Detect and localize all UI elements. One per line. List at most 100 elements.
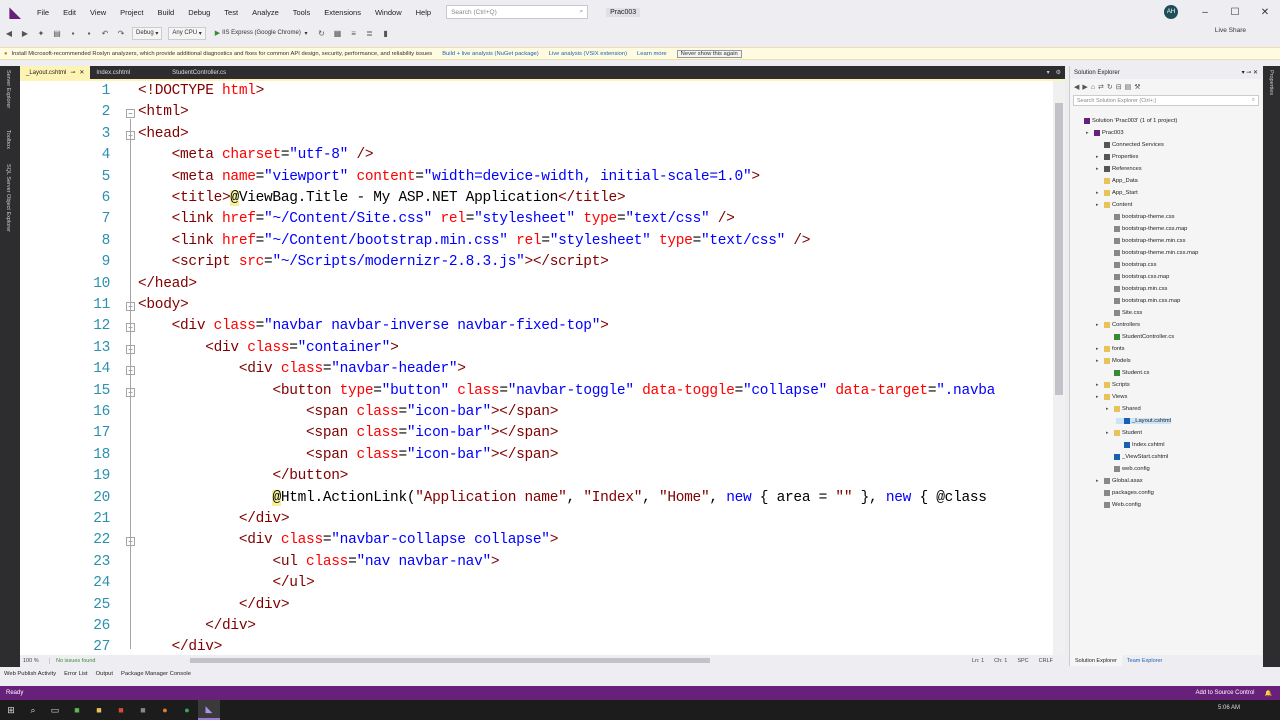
expand-icon[interactable]: ▸ (1106, 430, 1112, 436)
tree-item[interactable]: bootstrap.min.css.map (1106, 298, 1180, 304)
close-icon[interactable]: ✕ (79, 69, 84, 76)
tree-item[interactable]: Index.cshtml (1116, 442, 1165, 448)
menu-view[interactable]: View (83, 8, 113, 17)
toolbox-tab[interactable]: Toolbox (5, 130, 11, 149)
server-explorer-tab[interactable]: Server Explorer (5, 70, 11, 108)
tab-output[interactable]: Output (92, 671, 117, 677)
back-icon[interactable]: ◀ (1074, 83, 1079, 91)
expand-icon[interactable]: ▸ (1096, 382, 1102, 388)
tab-index[interactable]: Index.cshtml (90, 66, 136, 79)
tree-item[interactable]: bootstrap.min.css (1106, 286, 1167, 292)
start-icon[interactable]: ⊞ (0, 700, 22, 720)
bookmark-icon[interactable]: ▮ (381, 28, 391, 38)
tree-item[interactable]: Web.config (1096, 502, 1141, 508)
home-icon[interactable]: ⌂ (1091, 84, 1095, 91)
tree-item[interactable]: ▸ Models (1096, 358, 1131, 364)
sync-icon[interactable]: ⇄ (1098, 83, 1104, 91)
new-project-icon[interactable]: ✦ (36, 28, 46, 38)
menu-debug[interactable]: Debug (181, 8, 217, 17)
run-button[interactable]: ▶ IIS Express (Google Chrome) ▾ (212, 27, 311, 40)
vertical-scrollbar[interactable] (1053, 81, 1065, 657)
expand-icon[interactable]: ▸ (1096, 202, 1102, 208)
tab-solution-explorer[interactable]: Solution Explorer (1070, 655, 1122, 666)
tree-item[interactable]: ▸ Controllers (1096, 322, 1140, 328)
tree-item[interactable]: ▸ Global.asax (1096, 478, 1143, 484)
tree-item[interactable]: bootstrap-theme.min.css.map (1106, 250, 1198, 256)
tree-item[interactable]: ▸ Shared (1106, 406, 1141, 412)
info-link-build[interactable]: Build + live analysis (NuGet package) (442, 51, 539, 57)
refresh-icon[interactable]: ↻ (1107, 83, 1113, 91)
tree-item[interactable]: ▸ Scripts (1096, 382, 1130, 388)
tree-item[interactable]: StudentController.cs (1106, 334, 1174, 340)
tree-item[interactable]: Student.cs (1106, 370, 1149, 376)
pin-icon[interactable]: ⊸ (70, 69, 75, 76)
menu-edit[interactable]: Edit (56, 8, 83, 17)
app-icon[interactable]: ■ (132, 700, 154, 720)
save-all-icon[interactable]: ▪ (84, 28, 94, 38)
tree-item[interactable]: packages.config (1096, 490, 1154, 496)
tree-item[interactable]: web.config (1106, 466, 1150, 472)
tree-item[interactable]: ▸ Student (1106, 430, 1142, 436)
menu-extensions[interactable]: Extensions (317, 8, 368, 17)
notifications-icon[interactable]: 🔔 (1265, 690, 1272, 697)
tree-item[interactable]: bootstrap.css (1106, 262, 1156, 268)
show-all-files-icon[interactable]: ▤ (1125, 83, 1132, 91)
tree-item[interactable]: Connected Services (1096, 142, 1164, 148)
tree-item[interactable]: ▸ Views (1096, 394, 1127, 400)
file-explorer-icon[interactable]: ■ (88, 700, 110, 720)
menu-window[interactable]: Window (368, 8, 409, 17)
close-icon[interactable]: ✕ (1253, 70, 1258, 76)
chrome-icon[interactable]: ● (176, 700, 198, 720)
comment-icon[interactable]: ≡ (349, 28, 359, 38)
configuration-select[interactable]: Debug ▾ (132, 26, 163, 40)
tree-item[interactable]: _ViewStart.cshtml (1106, 454, 1168, 460)
pin-icon[interactable]: ⊸ (1246, 70, 1251, 76)
settings-icon[interactable]: ⚙ (1056, 69, 1061, 76)
tab-package-manager-console[interactable]: Package Manager Console (117, 671, 195, 677)
dropdown-icon[interactable]: ▾ (1242, 70, 1245, 76)
never-show-button[interactable]: Never show this again (676, 49, 742, 58)
uncomment-icon[interactable]: ≣ (365, 28, 375, 38)
menu-build[interactable]: Build (151, 8, 182, 17)
tab-error-list[interactable]: Error List (60, 671, 92, 677)
expand-icon[interactable]: ▸ (1086, 130, 1092, 136)
tree-item[interactable]: bootstrap-theme.min.css (1106, 238, 1185, 244)
search-input[interactable]: Search (Ctrl+Q) ⌕ (446, 5, 589, 19)
solution-search-input[interactable]: Search Solution Explorer (Ctrl+;) ⌕ (1073, 95, 1259, 106)
add-to-source-control-button[interactable]: Add to Source Control (1195, 690, 1254, 696)
tree-item[interactable]: bootstrap-theme.css.map (1106, 226, 1187, 232)
avatar[interactable]: AH (1164, 5, 1178, 19)
forward-icon[interactable]: ▶ (1082, 83, 1087, 91)
collapse-all-icon[interactable]: ⊟ (1116, 83, 1122, 91)
tree-item[interactable]: ▸ App_Start (1096, 190, 1138, 196)
expand-icon[interactable]: ▸ (1106, 406, 1112, 412)
tree-item[interactable]: ▸ Content (1096, 202, 1132, 208)
zoom-level[interactable]: 100 % (20, 657, 50, 664)
expand-icon[interactable]: ▸ (1096, 166, 1102, 172)
expand-icon[interactable]: ▸ (1096, 154, 1102, 160)
scrollbar-thumb[interactable] (1055, 103, 1063, 395)
menu-analyze[interactable]: Analyze (245, 8, 286, 17)
tab-list-icon[interactable]: ▾ (1047, 69, 1050, 76)
app-icon[interactable]: ■ (110, 700, 132, 720)
firefox-icon[interactable]: ● (154, 700, 176, 720)
tab-web-publish-activity[interactable]: Web Publish Activity (0, 671, 60, 677)
expand-icon[interactable]: ▸ (1096, 190, 1102, 196)
task-view-icon[interactable]: ▭ (44, 700, 66, 720)
expand-icon[interactable]: ▸ (1096, 358, 1102, 364)
tree-item[interactable]: Solution 'Prac003' (1 of 1 project) (1076, 118, 1177, 124)
fold-toggle-icon[interactable]: − (126, 109, 135, 119)
search-icon[interactable]: ⌕ (22, 700, 44, 720)
live-share-button[interactable]: Live Share (1215, 27, 1246, 34)
tree-item[interactable]: ▸ fonts (1096, 346, 1125, 352)
maximize-icon[interactable]: ☐ (1220, 0, 1250, 24)
tree-item[interactable]: Site.css (1106, 310, 1142, 316)
menu-project[interactable]: Project (113, 8, 150, 17)
expand-icon[interactable]: ▸ (1096, 322, 1102, 328)
open-icon[interactable]: ▤ (52, 28, 62, 38)
properties-icon[interactable]: ⚒ (1134, 83, 1140, 91)
undo-icon[interactable]: ↶ (100, 28, 110, 38)
app-icon[interactable]: ■ (66, 700, 88, 720)
tab-team-explorer[interactable]: Team Explorer (1122, 655, 1167, 666)
tree-item[interactable]: ▸ Prac003 (1086, 130, 1124, 136)
